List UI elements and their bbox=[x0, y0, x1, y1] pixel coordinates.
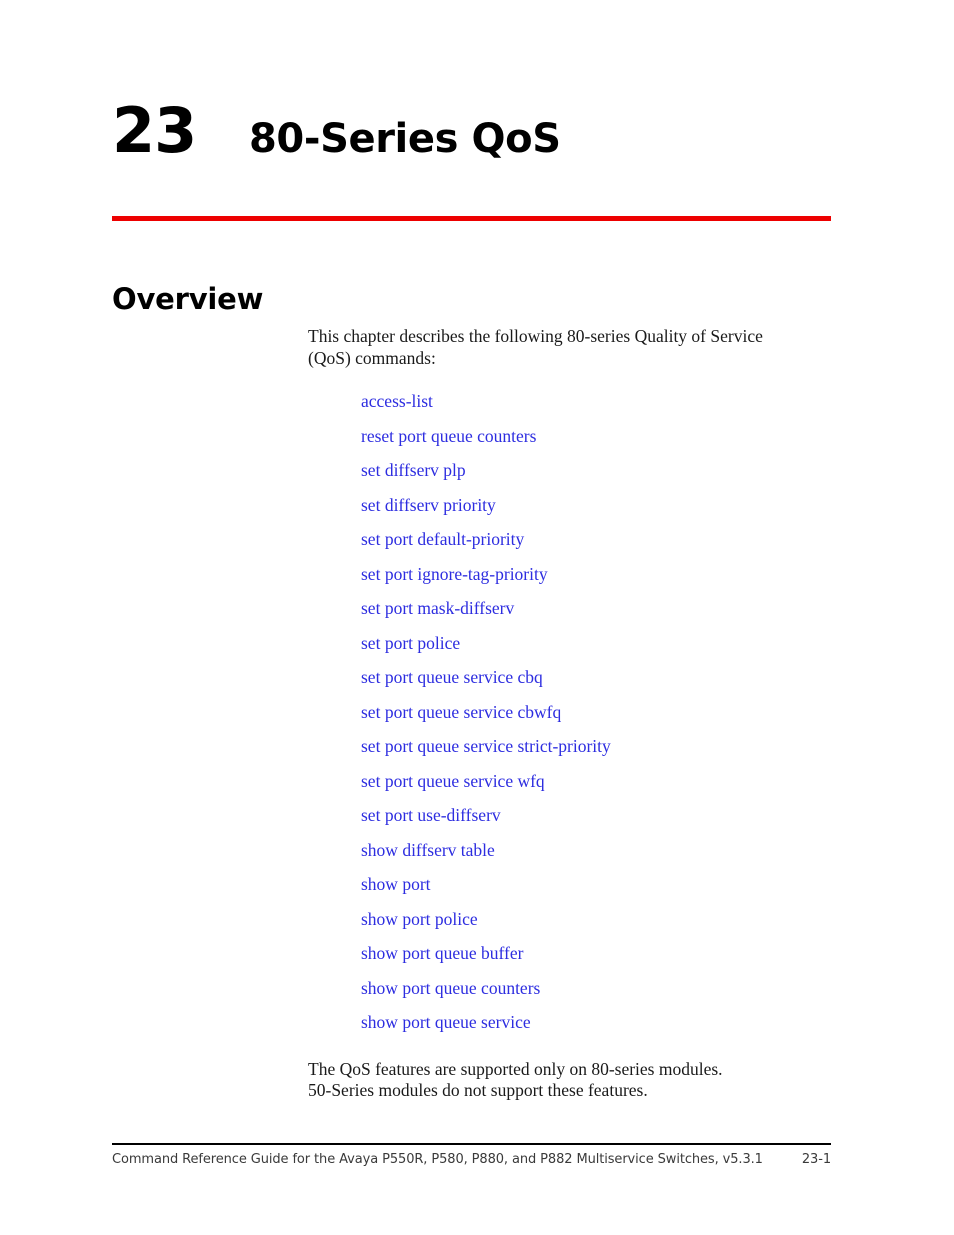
list-item: set port use-diffserv bbox=[361, 805, 868, 840]
command-link-show-port-police[interactable]: show port police bbox=[361, 909, 478, 930]
command-link-show-port-queue-buffer[interactable]: show port queue buffer bbox=[361, 943, 523, 964]
command-link-set-port-queue-service-cbwfq[interactable]: set port queue service cbwfq bbox=[361, 702, 561, 723]
footer-divider-rule bbox=[112, 1143, 831, 1145]
command-link-show-diffserv-table[interactable]: show diffserv table bbox=[361, 840, 495, 861]
list-item: show port queue service bbox=[361, 1012, 868, 1047]
command-link-show-port-queue-service[interactable]: show port queue service bbox=[361, 1012, 531, 1033]
command-link-set-port-queue-service-wfq[interactable]: set port queue service wfq bbox=[361, 771, 545, 792]
list-item: set port queue service cbwfq bbox=[361, 702, 868, 737]
list-item: set port ignore-tag-priority bbox=[361, 564, 868, 599]
list-item: set port default-priority bbox=[361, 529, 868, 564]
footer-row: Command Reference Guide for the Avaya P5… bbox=[112, 1152, 831, 1168]
list-item: show diffserv table bbox=[361, 840, 868, 875]
chapter-divider-rule bbox=[112, 216, 831, 221]
chapter-number: 23 bbox=[112, 93, 197, 167]
list-item: show port bbox=[361, 874, 868, 909]
command-link-set-diffserv-priority[interactable]: set diffserv priority bbox=[361, 495, 496, 516]
command-link-set-port-queue-service-strict-priority[interactable]: set port queue service strict-priority bbox=[361, 736, 611, 757]
list-item: set port queue service cbq bbox=[361, 667, 868, 702]
list-item: set port queue service strict-priority bbox=[361, 736, 868, 771]
footer-page-number: 23-1 bbox=[801, 1152, 831, 1167]
intro-paragraph: This chapter describes the following 80-… bbox=[308, 326, 763, 368]
footer-guide-title: Command Reference Guide for the Avaya P5… bbox=[112, 1152, 763, 1167]
command-link-set-port-queue-service-cbq[interactable]: set port queue service cbq bbox=[361, 667, 543, 688]
list-item: access-list bbox=[361, 391, 868, 426]
body-column: This chapter describes the following 80-… bbox=[308, 326, 868, 1102]
list-item: set port queue service wfq bbox=[361, 771, 868, 806]
section-heading-overview: Overview bbox=[112, 282, 264, 317]
list-item: set port police bbox=[361, 633, 868, 668]
command-link-show-port[interactable]: show port bbox=[361, 874, 431, 895]
command-link-set-port-default-priority[interactable]: set port default-priority bbox=[361, 529, 524, 550]
command-link-list: access-list reset port queue counters se… bbox=[361, 391, 868, 1047]
list-item: reset port queue counters bbox=[361, 426, 868, 461]
list-item: set diffserv priority bbox=[361, 495, 868, 530]
command-link-set-port-ignore-tag-priority[interactable]: set port ignore-tag-priority bbox=[361, 564, 548, 585]
list-item: show port queue counters bbox=[361, 978, 868, 1013]
list-item: set diffserv plp bbox=[361, 460, 868, 495]
command-link-set-port-police[interactable]: set port police bbox=[361, 633, 460, 654]
command-link-reset-port-queue-counters[interactable]: reset port queue counters bbox=[361, 426, 536, 447]
list-item: set port mask-diffserv bbox=[361, 598, 868, 633]
document-page: 23 80-Series QoS Overview This chapter d… bbox=[0, 0, 954, 1235]
command-link-set-port-mask-diffserv[interactable]: set port mask-diffserv bbox=[361, 598, 514, 619]
chapter-header: 23 80-Series QoS bbox=[112, 92, 831, 186]
list-item: show port queue buffer bbox=[361, 943, 868, 978]
list-item: show port police bbox=[361, 909, 868, 944]
command-link-set-diffserv-plp[interactable]: set diffserv plp bbox=[361, 460, 466, 481]
page-footer: Command Reference Guide for the Avaya P5… bbox=[112, 1143, 831, 1168]
command-link-show-port-queue-counters[interactable]: show port queue counters bbox=[361, 978, 540, 999]
command-link-access-list[interactable]: access-list bbox=[361, 391, 433, 412]
command-link-set-port-use-diffserv[interactable]: set port use-diffserv bbox=[361, 805, 501, 826]
closing-paragraph: The QoS features are supported only on 8… bbox=[308, 1058, 723, 1101]
chapter-title: 80-Series QoS bbox=[249, 115, 561, 162]
